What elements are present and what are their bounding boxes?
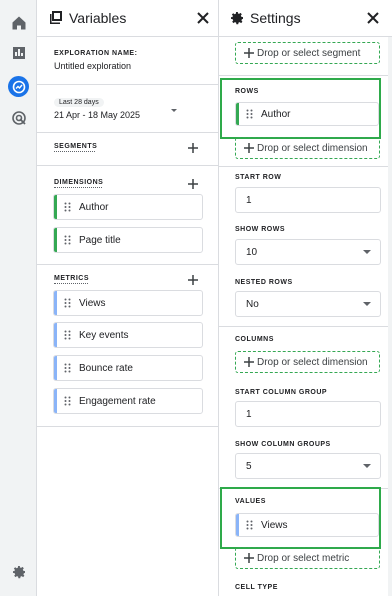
show-rows-value: 10	[246, 246, 258, 258]
variables-panel: Variables EXPLORATION NAME: Untitled exp…	[37, 0, 219, 596]
home-icon[interactable]	[8, 12, 29, 33]
drag-handle-icon[interactable]	[64, 363, 76, 373]
metric-color-bar	[54, 356, 57, 380]
advertising-icon[interactable]	[8, 107, 29, 128]
drag-handle-icon[interactable]	[64, 202, 76, 212]
dimensions-underline	[54, 187, 102, 188]
drag-handle-icon[interactable]	[64, 330, 76, 340]
exploration-name-label: EXPLORATION NAME:	[54, 50, 138, 57]
date-range[interactable]: 21 Apr - 18 May 2025	[54, 110, 140, 120]
metric-chip-engagement-rate[interactable]: Engagement rate	[53, 388, 203, 414]
values-highlight-box	[220, 487, 381, 549]
divider	[37, 84, 218, 85]
columns-label: COLUMNS	[235, 336, 274, 343]
dimension-chip-page-title[interactable]: Page title	[53, 227, 203, 253]
add-metric-plus-icon[interactable]	[187, 273, 199, 285]
drag-handle-icon[interactable]	[64, 235, 76, 245]
show-rows-label: SHOW ROWS	[235, 226, 285, 233]
metric-label: Bounce rate	[79, 362, 133, 374]
drop-segment-label: Drop or select segment	[257, 47, 361, 59]
add-dimension-plus-icon[interactable]	[187, 177, 199, 189]
dimensions-label: DIMENSIONS	[54, 179, 104, 186]
divider	[37, 132, 218, 133]
dimension-chip-author[interactable]: Author	[53, 194, 203, 220]
date-dropdown-icon[interactable]	[171, 109, 177, 112]
dimension-label: Author	[79, 201, 109, 213]
dropdown-caret-icon	[363, 250, 371, 254]
start-column-group-input[interactable]: 1	[235, 401, 381, 427]
metric-color-bar	[54, 389, 57, 413]
metric-color-bar	[54, 323, 57, 347]
drop-column-dimension-label: Drop or select dimension	[257, 356, 368, 368]
divider	[219, 75, 392, 76]
admin-gear-icon[interactable]	[8, 561, 29, 582]
drop-metric-target[interactable]: Drop or select metric	[235, 547, 380, 569]
divider	[37, 165, 218, 166]
drop-column-dimension-target[interactable]: Drop or select dimension	[235, 351, 380, 373]
variables-header: Variables	[37, 0, 218, 37]
drop-segment-target[interactable]: Drop or select segment	[235, 42, 380, 64]
metrics-label: METRICS	[54, 275, 89, 282]
variables-title: Variables	[69, 10, 127, 26]
metric-label: Views	[79, 297, 106, 309]
close-icon[interactable]	[196, 11, 210, 25]
metric-label: Engagement rate	[79, 395, 156, 407]
divider	[219, 166, 392, 167]
show-rows-select[interactable]: 10	[235, 239, 381, 265]
plus-icon	[244, 143, 254, 153]
drop-row-dimension-target[interactable]: Drop or select dimension	[235, 137, 380, 159]
close-icon[interactable]	[366, 11, 380, 25]
nested-rows-select[interactable]: No	[235, 291, 381, 317]
segments-underline	[54, 151, 95, 152]
metric-chip-key-events[interactable]: Key events	[53, 322, 203, 348]
explore-icon[interactable]	[8, 76, 29, 97]
settings-panel: Settings Drop or select segment ROWS Aut…	[219, 0, 392, 596]
plus-icon	[244, 48, 254, 58]
drag-handle-icon[interactable]	[64, 298, 76, 308]
dimension-color-bar	[54, 195, 57, 219]
dropdown-caret-icon	[363, 302, 371, 306]
show-column-groups-label: SHOW COLUMN GROUPS	[235, 441, 331, 448]
start-column-group-label: START COLUMN GROUP	[235, 389, 328, 396]
metric-chip-views[interactable]: Views	[53, 290, 203, 316]
metric-label: Key events	[79, 329, 129, 341]
exploration-name-field[interactable]: Untitled exploration	[54, 61, 131, 71]
metric-color-bar	[54, 291, 57, 315]
left-nav-rail	[0, 0, 37, 596]
dimension-color-bar	[54, 228, 57, 252]
drag-handle-icon[interactable]	[64, 396, 76, 406]
start-row-input[interactable]: 1	[235, 187, 381, 213]
metrics-underline	[54, 283, 88, 284]
add-segment-plus-icon[interactable]	[187, 141, 199, 153]
settings-title: Settings	[250, 10, 301, 26]
reports-icon[interactable]	[8, 42, 29, 63]
cell-type-label: CELL TYPE	[235, 584, 278, 591]
date-preset-chip[interactable]: Last 28 days	[54, 98, 104, 107]
settings-scrollbar[interactable]	[388, 37, 392, 596]
nested-rows-label: NESTED ROWS	[235, 279, 293, 286]
plus-icon	[244, 553, 254, 563]
drop-metric-label: Drop or select metric	[257, 552, 350, 564]
divider	[219, 326, 392, 327]
segments-label: SEGMENTS	[54, 143, 98, 150]
divider	[37, 264, 218, 265]
metric-chip-bounce-rate[interactable]: Bounce rate	[53, 355, 203, 381]
show-column-groups-select[interactable]: 5	[235, 453, 381, 479]
show-column-groups-value: 5	[246, 460, 252, 472]
start-row-label: START ROW	[235, 174, 282, 181]
dimension-label: Page title	[79, 234, 121, 246]
settings-gear-icon	[229, 10, 245, 26]
settings-header: Settings	[219, 0, 392, 37]
nested-rows-value: No	[246, 298, 259, 310]
divider	[37, 426, 218, 427]
plus-icon	[244, 357, 254, 367]
drop-dimension-label: Drop or select dimension	[257, 142, 368, 154]
dropdown-caret-icon	[363, 464, 371, 468]
variables-icon	[48, 10, 64, 26]
rows-highlight-box	[220, 78, 381, 139]
